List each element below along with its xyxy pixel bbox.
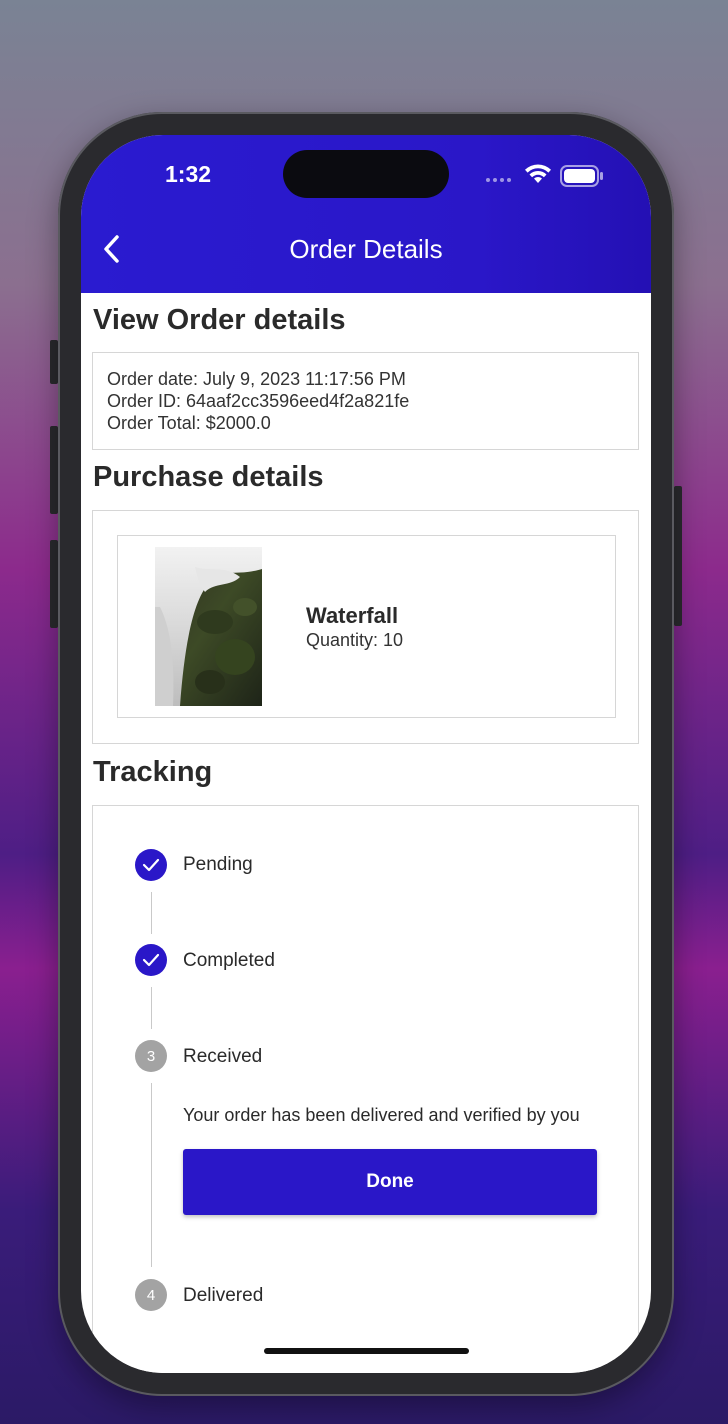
step-1-check-icon bbox=[135, 849, 167, 881]
product-quantity: Quantity: 10 bbox=[306, 630, 404, 650]
step-3-label[interactable]: Received bbox=[183, 1046, 262, 1068]
tracking-card: Pending Completed 3 Received Your order … bbox=[92, 805, 639, 1373]
phone-action-button bbox=[50, 340, 58, 384]
phone-power-button bbox=[674, 486, 682, 626]
step-3-number: 3 bbox=[135, 1040, 167, 1072]
tracking-title: Tracking bbox=[93, 756, 213, 788]
page-title: Order Details bbox=[289, 234, 443, 264]
app-header: 1:32 Order Details bbox=[81, 135, 651, 293]
waterfall-photo bbox=[155, 547, 262, 706]
product-name: Waterfall bbox=[306, 603, 399, 628]
step-connector-1 bbox=[151, 892, 152, 934]
step-4-number: 4 bbox=[135, 1279, 167, 1311]
phone-frame: 1:32 Order Details View Order details Or… bbox=[58, 112, 674, 1396]
wifi-icon bbox=[525, 164, 551, 183]
signal-dots-icon bbox=[486, 178, 511, 182]
order-info-card: Order date: July 9, 2023 11:17:56 PM Ord… bbox=[92, 352, 639, 450]
step-2-label[interactable]: Completed bbox=[183, 950, 275, 972]
step-connector-2 bbox=[151, 987, 152, 1029]
battery-icon bbox=[560, 165, 603, 187]
phone-volume-down-button bbox=[50, 540, 58, 628]
phone-screen: 1:32 Order Details View Order details Or… bbox=[81, 135, 651, 1373]
done-button[interactable]: Done bbox=[183, 1149, 597, 1215]
order-total: Order Total: $2000.0 bbox=[107, 413, 271, 433]
view-order-title: View Order details bbox=[93, 304, 346, 336]
step-4-label[interactable]: Delivered bbox=[183, 1285, 263, 1307]
step-3-description: Your order has been delivered and verifi… bbox=[183, 1105, 580, 1125]
dynamic-island bbox=[283, 150, 449, 198]
phone-volume-up-button bbox=[50, 426, 58, 514]
status-time: 1:32 bbox=[165, 161, 212, 187]
purchase-card: Waterfall Quantity: 10 bbox=[92, 510, 639, 744]
purchase-details-title: Purchase details bbox=[93, 461, 324, 493]
step-1-label[interactable]: Pending bbox=[183, 854, 253, 876]
step-connector-3 bbox=[151, 1083, 152, 1267]
home-indicator[interactable] bbox=[264, 1348, 469, 1354]
order-id: Order ID: 64aaf2cc3596eed4f2a821fe bbox=[107, 391, 410, 411]
step-2-check-icon bbox=[135, 944, 167, 976]
order-date: Order date: July 9, 2023 11:17:56 PM bbox=[107, 369, 406, 389]
product-item[interactable]: Waterfall Quantity: 10 bbox=[117, 535, 616, 718]
